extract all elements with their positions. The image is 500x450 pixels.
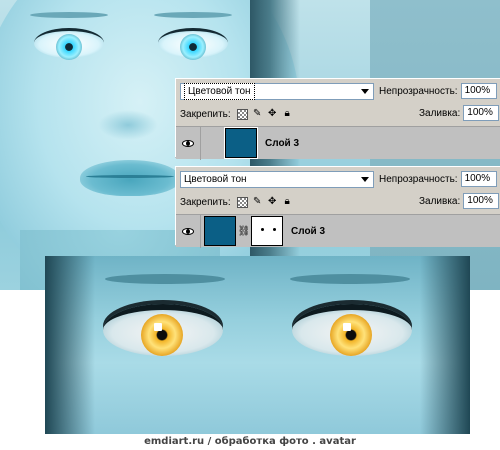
brush-icon[interactable]: ✎: [252, 109, 263, 120]
chevron-down-icon[interactable]: [358, 173, 372, 186]
layer-row[interactable]: ⛓ Слой 3: [176, 214, 500, 248]
opacity-label: Непрозрачность:: [379, 85, 458, 97]
lock-label: Закрепить:: [180, 108, 231, 120]
padlock-icon[interactable]: 🔒︎: [282, 109, 293, 120]
right-eye: [158, 28, 228, 60]
blend-mode-select[interactable]: Цветовой тон: [180, 170, 374, 188]
layer-thumbnail: [204, 216, 236, 246]
padlock-icon[interactable]: 🔒︎: [282, 197, 293, 208]
lock-label: Закрепить:: [180, 196, 231, 208]
layer-thumbnail: [224, 127, 258, 159]
brush-icon[interactable]: ✎: [252, 197, 263, 208]
eye-icon[interactable]: [180, 135, 196, 151]
portrait-photo-closeup: [45, 256, 470, 434]
lips: [80, 160, 180, 196]
layers-panel-1: Цветовой тон Непрозрачность: 100% Закреп…: [175, 78, 500, 160]
fill-label: Заливка:: [419, 107, 461, 119]
move-icon[interactable]: ✥: [267, 197, 278, 208]
chevron-down-icon[interactable]: [358, 85, 372, 98]
watermark-caption: emdiart.ru / обработка фото . avatar: [144, 436, 356, 447]
layers-panel-2: Цветовой тон Непрозрачность: 100% Закреп…: [175, 166, 500, 248]
fill-input[interactable]: 100%: [463, 105, 500, 121]
fill-input[interactable]: 100%: [463, 193, 500, 209]
left-eye: [34, 28, 104, 60]
opacity-label: Непрозрачность:: [379, 173, 458, 185]
opacity-input[interactable]: 100%: [460, 171, 497, 187]
left-eye-golden: [103, 304, 223, 356]
move-icon[interactable]: ✥: [267, 109, 278, 120]
layer-name[interactable]: Слой 3: [265, 138, 299, 149]
canvas: Цветовой тон Непрозрачность: 100% Закреп…: [0, 0, 500, 450]
fill-label: Заливка:: [419, 195, 461, 207]
checkerboard-icon[interactable]: [236, 108, 248, 120]
eye-icon[interactable]: [180, 223, 196, 239]
right-eye-golden: [292, 304, 412, 356]
opacity-input[interactable]: 100%: [460, 83, 497, 99]
checkerboard-icon[interactable]: [236, 196, 248, 208]
layer-row[interactable]: Слой 3: [176, 126, 500, 160]
chain-icon[interactable]: ⛓: [238, 224, 251, 238]
layer-mask-thumbnail[interactable]: [251, 216, 283, 246]
layer-name[interactable]: Слой 3: [291, 226, 325, 237]
blend-mode-select[interactable]: Цветовой тон: [180, 82, 374, 100]
